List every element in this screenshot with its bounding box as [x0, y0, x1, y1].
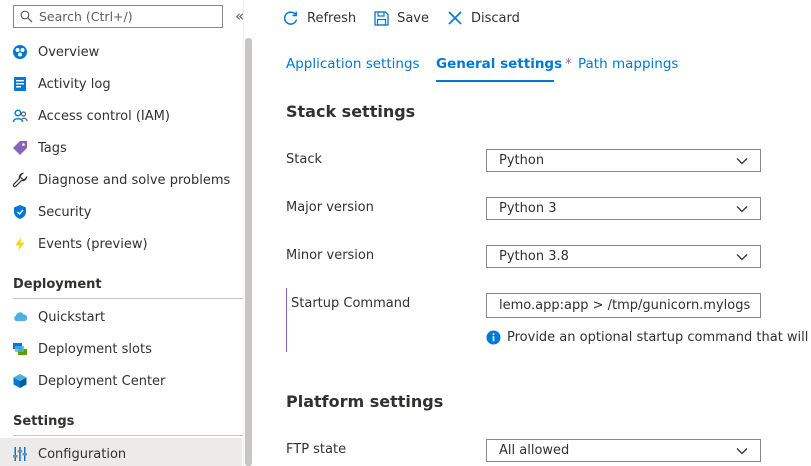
command-bar: Refresh Save Discard — [268, 0, 524, 36]
chevron-down-icon — [736, 254, 748, 261]
discard-label: Discard — [471, 10, 520, 26]
wrench-icon — [12, 172, 28, 188]
minor-version-dropdown[interactable]: Python 3.8 — [486, 245, 761, 268]
resource-menu: « Overview Activity log Access control (… — [0, 0, 258, 466]
sidebar-item-overview[interactable]: Overview — [0, 36, 242, 68]
sidebar-item-label: Tags — [38, 140, 67, 156]
cloud-icon — [12, 309, 28, 325]
lightning-icon — [12, 236, 28, 252]
major-version-label: Major version — [286, 200, 374, 215]
sidebar-item-access-control[interactable]: Access control (IAM) — [0, 100, 242, 132]
tab-path-mappings[interactable]: Path mappings — [578, 56, 678, 72]
sidebar-item-events[interactable]: Events (preview) — [0, 228, 242, 260]
section-divider — [13, 435, 250, 436]
sidebar-item-label: Deployment slots — [38, 341, 152, 357]
section-divider — [13, 298, 250, 299]
sidebar-item-label: Security — [38, 204, 92, 220]
chevron-down-icon — [736, 448, 748, 455]
save-button[interactable]: Save — [374, 11, 429, 26]
activity-log-icon — [12, 76, 28, 92]
sidebar-item-security[interactable]: Security — [0, 196, 242, 228]
sidebar-scrollbar[interactable] — [245, 38, 252, 466]
refresh-icon — [283, 10, 298, 25]
ftp-state-value: All allowed — [499, 443, 570, 458]
search-input[interactable] — [39, 9, 209, 24]
chevron-down-icon — [736, 158, 748, 165]
minor-version-value: Python 3.8 — [499, 249, 569, 264]
tab-general-settings[interactable]: General settings * — [436, 56, 572, 72]
save-label: Save — [397, 10, 430, 26]
sidebar-item-label: Configuration — [38, 446, 127, 462]
stack-value: Python — [499, 153, 545, 168]
shield-icon — [12, 204, 28, 220]
discard-icon — [448, 11, 462, 25]
sidebar-item-label: Activity log — [38, 76, 111, 92]
sidebar-item-quickstart[interactable]: Quickstart — [0, 301, 242, 333]
access-control-icon — [12, 108, 28, 124]
search-icon — [20, 10, 33, 23]
stack-label: Stack — [286, 152, 322, 167]
stack-dropdown[interactable]: Python — [486, 149, 761, 172]
major-version-value: Python 3 — [499, 201, 557, 216]
sidebar-item-label: Access control (IAM) — [38, 108, 170, 124]
active-tab-indicator — [436, 80, 554, 82]
ftp-state-label: FTP state — [286, 442, 347, 457]
modified-marker: * — [565, 56, 572, 72]
save-icon — [374, 10, 389, 26]
search-box[interactable] — [13, 5, 223, 28]
sidebar-item-deployment-center[interactable]: Deployment Center — [0, 365, 242, 397]
sidebar-item-configuration[interactable]: Configuration — [0, 438, 242, 466]
sidebar-item-activity-log[interactable]: Activity log — [0, 68, 242, 100]
platform-settings-heading: Platform settings — [286, 392, 444, 411]
section-header-settings: Settings — [13, 414, 75, 429]
sidebar-item-label: Events (preview) — [38, 236, 148, 252]
minor-version-label: Minor version — [286, 248, 375, 263]
tab-application-settings[interactable]: Application settings — [286, 56, 420, 72]
sidebar-item-deployment-slots[interactable]: Deployment slots — [0, 333, 242, 365]
modified-indicator-bar — [286, 288, 287, 352]
cube-icon — [12, 373, 28, 389]
configuration-icon — [12, 446, 28, 462]
sidebar-item-label: Diagnose and solve problems — [38, 172, 231, 188]
major-version-dropdown[interactable]: Python 3 — [486, 197, 761, 220]
sidebar-item-tags[interactable]: Tags — [0, 132, 242, 164]
stack-settings-heading: Stack settings — [286, 102, 416, 121]
startup-command-input[interactable] — [486, 293, 761, 318]
startup-info-text: Provide an optional startup command that… — [507, 330, 811, 345]
refresh-label: Refresh — [307, 10, 357, 26]
sidebar-item-label: Deployment Center — [38, 373, 166, 389]
discard-button[interactable]: Discard — [447, 10, 520, 26]
sidebar-item-label: Quickstart — [38, 309, 106, 325]
sidebar-item-diagnose[interactable]: Diagnose and solve problems — [0, 164, 242, 196]
info-icon — [486, 330, 501, 345]
refresh-button[interactable]: Refresh — [282, 10, 356, 27]
startup-command-label: Startup Command — [291, 296, 411, 311]
sidebar-item-label: Overview — [38, 44, 100, 60]
tab-general-label: General settings — [436, 56, 563, 72]
ftp-state-dropdown[interactable]: All allowed — [486, 439, 761, 462]
chevron-down-icon — [736, 206, 748, 213]
deployment-slots-icon — [12, 341, 28, 357]
tag-icon — [12, 140, 28, 156]
section-header-deployment: Deployment — [13, 277, 102, 292]
overview-icon — [12, 44, 28, 60]
startup-info: Provide an optional startup command that… — [486, 330, 811, 345]
